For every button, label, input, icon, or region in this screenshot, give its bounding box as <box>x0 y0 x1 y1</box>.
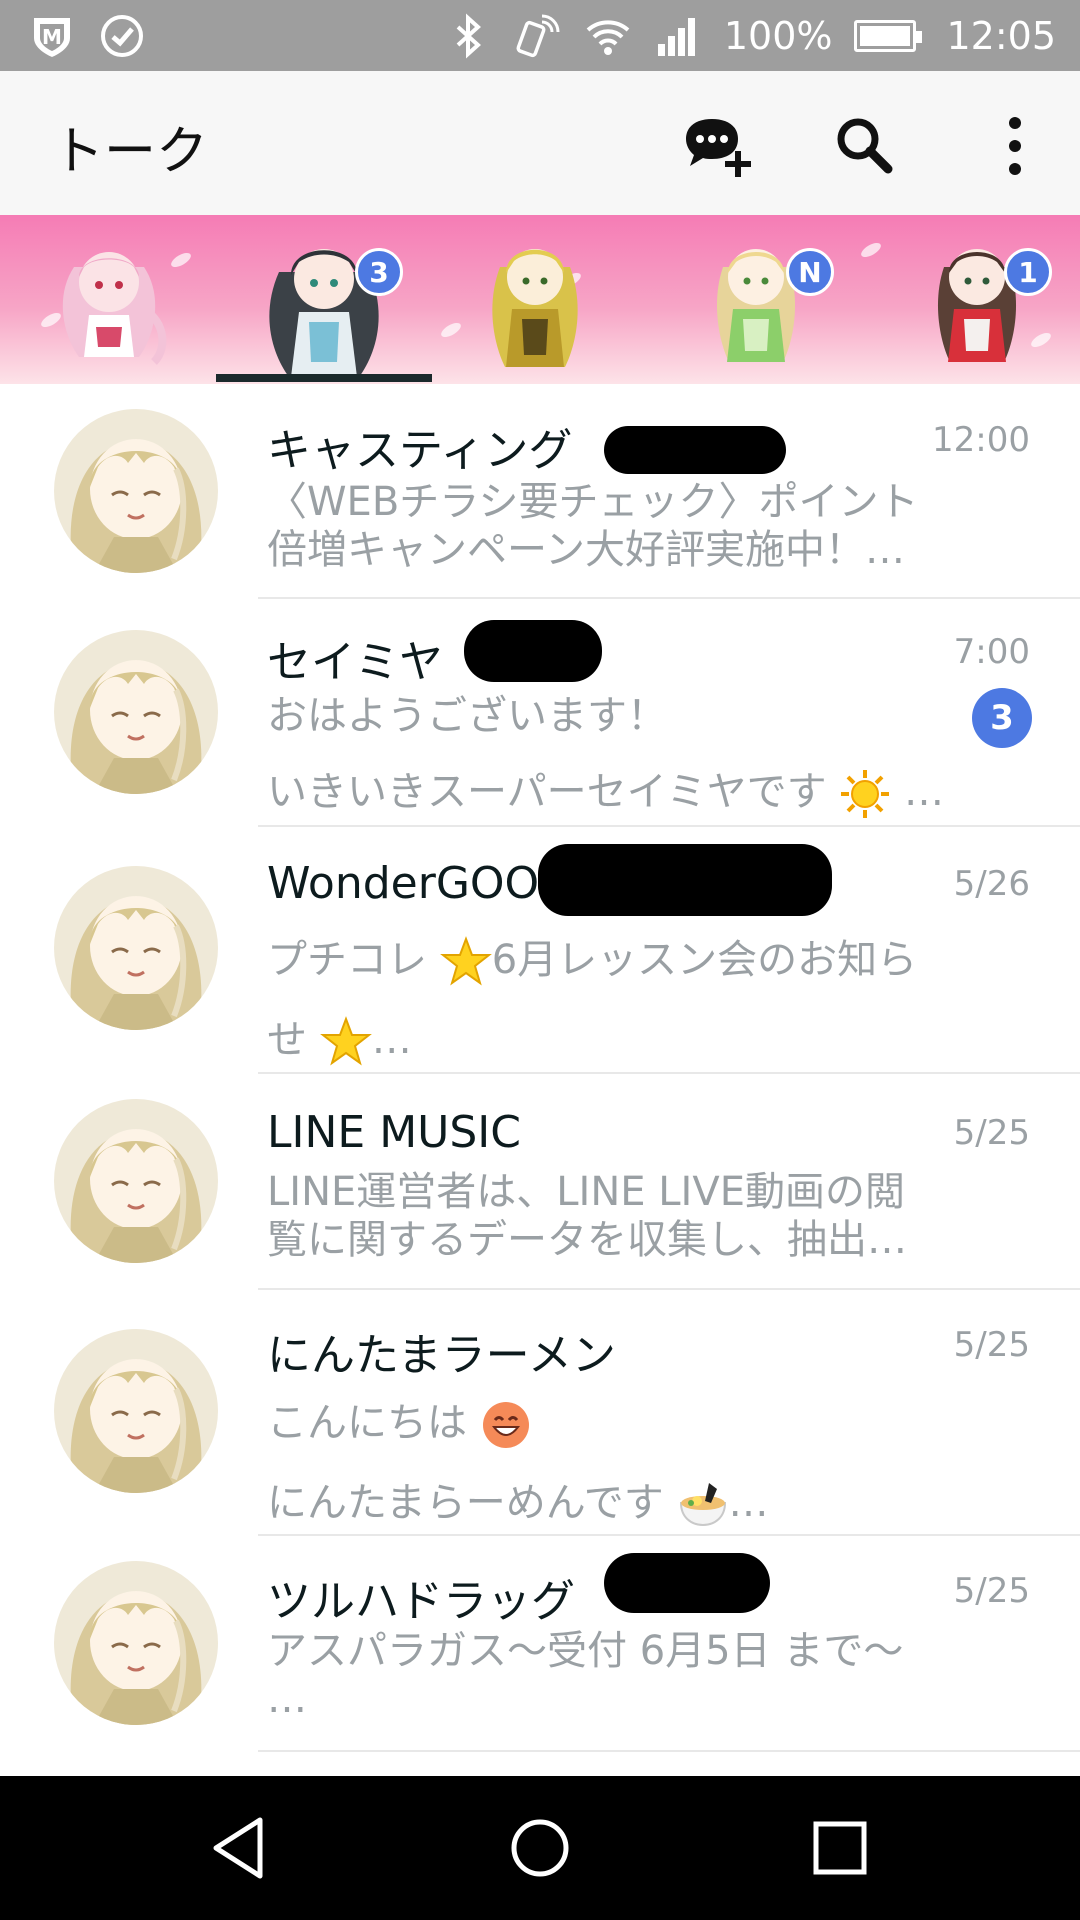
preview-line: アスパラガス〜受付 6月5日 まで〜 <box>267 1628 904 1674</box>
new-chat-icon[interactable] <box>682 111 752 181</box>
avatar <box>54 409 218 573</box>
clock: 12:05 <box>946 13 1056 58</box>
chat-preview: プチコレ 6月レッスン会のお知ら せ … <box>267 936 957 1068</box>
avatar <box>54 1329 218 1493</box>
avatar <box>54 1561 218 1725</box>
status-bar: M 100% 12:05 <box>0 0 1080 71</box>
preview-text: 6月レッスン会のお知ら <box>491 937 918 983</box>
preview-line: LINE運営者は、LINE LIVE動画の閲 <box>267 1169 905 1215</box>
nfc-phone-icon <box>516 14 560 57</box>
redaction-mark <box>604 1553 770 1613</box>
preview-text: こんにちは <box>267 1400 467 1446</box>
page-title: トーク <box>52 122 209 182</box>
petal-decoration <box>858 240 884 260</box>
chat-list-item[interactable]: にんたまラーメン 5/25 こんにちは にんたまらーめんです … <box>0 1289 1080 1536</box>
battery-level <box>860 25 911 46</box>
preview-line: こんにちは <box>267 1399 957 1451</box>
chat-name: WonderGOO <box>267 858 540 909</box>
recent-apps-icon[interactable] <box>804 1812 876 1884</box>
avatar-image <box>54 409 218 573</box>
avatar-image <box>54 1561 218 1725</box>
character-badge-count: 1 <box>1004 248 1052 296</box>
star-emoji-icon <box>439 936 492 986</box>
unread-badge: 3 <box>972 688 1032 748</box>
chat-list-item[interactable]: セイミヤ 7:00 3 おはようございます！ いきいきスーパーセイミヤです … <box>0 598 1080 827</box>
ramen-emoji-icon <box>679 1483 726 1527</box>
svg-text:M: M <box>42 25 62 49</box>
preview-line: 〈WEBチラシ要チェック〉ポイント <box>267 479 919 525</box>
avatar-image <box>54 866 218 1030</box>
navigation-bar <box>0 1776 1080 1920</box>
preview-text: にんたまらーめんです <box>267 1480 664 1526</box>
back-icon[interactable] <box>204 1812 276 1884</box>
chat-preview: LINE運営者は、LINE LIVE動画の閲 覧に関するデータを収集し、抽出… <box>267 1168 957 1264</box>
chat-time: 5/26 <box>953 864 1030 904</box>
avatar-image <box>54 1329 218 1493</box>
app-bar: トーク <box>0 71 1080 215</box>
search-icon[interactable] <box>830 111 900 181</box>
chat-name: キャスティング <box>267 425 573 476</box>
chat-preview: こんにちは にんたまらーめんです … <box>267 1399 957 1531</box>
avatar-image <box>54 630 218 794</box>
battery-icon <box>854 19 923 52</box>
preview-line: 倍増キャンペーン大好評実施中！… <box>267 527 905 573</box>
character-tab-pink[interactable] <box>34 227 184 379</box>
ellipsis: … <box>904 769 945 815</box>
redaction-mark <box>604 426 786 474</box>
chat-list-item[interactable]: WonderGOO 5/26 プチコレ 6月レッスン会のお知ら せ … <box>0 826 1080 1074</box>
chat-name: LINE MUSIC <box>267 1107 521 1158</box>
divider <box>258 1750 1080 1752</box>
chat-time: 5/25 <box>953 1113 1030 1153</box>
chat-time: 7:00 <box>953 632 1030 672</box>
avatar <box>54 1099 218 1263</box>
chat-time: 5/25 <box>953 1571 1030 1611</box>
more-icon[interactable] <box>980 111 1050 181</box>
chat-time: 5/25 <box>953 1325 1030 1365</box>
star-emoji-icon <box>319 1016 372 1066</box>
character-badge-new: N <box>786 248 834 296</box>
redaction-mark <box>464 620 602 682</box>
preview-line: 覧に関するデータを収集し、抽出… <box>267 1217 907 1263</box>
selected-tab-indicator <box>216 374 432 382</box>
preview-line: プチコレ 6月レッスン会のお知ら <box>267 936 957 988</box>
ellipsis: … <box>728 1480 769 1526</box>
character-badge-count: 3 <box>355 248 403 296</box>
preview-text: せ <box>267 1017 307 1063</box>
wifi-icon <box>586 19 630 55</box>
home-icon[interactable] <box>504 1812 576 1884</box>
chat-name: ツルハドラッグ <box>267 1576 575 1627</box>
talk-screen: M 100% 12:05 トーク 3 N 1 キャスティング 12:00 〈WE… <box>0 0 1080 1920</box>
signal-icon <box>657 17 695 56</box>
character-tab-blonde[interactable] <box>460 227 610 379</box>
smiling-face-emoji-icon <box>482 1402 529 1448</box>
preview-text: プチコレ <box>267 937 427 983</box>
chat-preview: 〈WEBチラシ要チェック〉ポイント 倍増キャンペーン大好評実施中！… <box>267 478 957 574</box>
battery-percent: 100% <box>723 13 833 58</box>
avatar <box>54 630 218 794</box>
ellipsis: … <box>371 1017 412 1063</box>
chat-preview: おはようございます！ いきいきスーパーセイミヤです … <box>267 692 957 820</box>
chat-list-item[interactable]: LINE MUSIC 5/25 LINE運営者は、LINE LIVE動画の閲 覧… <box>0 1073 1080 1290</box>
preview-line: いきいきスーパーセイミヤです … <box>267 768 957 820</box>
character-tab-strip <box>0 215 1080 384</box>
chat-list-item[interactable]: ツルハドラッグ 5/25 アスパラガス〜受付 6月5日 まで〜 … <box>0 1535 1080 1752</box>
avatar-image <box>54 1099 218 1263</box>
avatar <box>54 866 218 1030</box>
preview-text: いきいきスーパーセイミヤです <box>267 769 827 815</box>
preview-line: にんたまらーめんです … <box>267 1479 957 1531</box>
preview-line: … <box>267 1676 307 1722</box>
shield-app-icon: M <box>34 18 70 57</box>
chat-list-item[interactable]: キャスティング 12:00 〈WEBチラシ要チェック〉ポイント 倍増キャンペーン… <box>0 384 1080 599</box>
chat-name: セイミヤ <box>267 637 443 688</box>
preview-line: せ … <box>267 1016 957 1068</box>
redaction-mark <box>538 844 832 916</box>
chat-time: 12:00 <box>932 420 1030 460</box>
preview-line: おはようございます！ <box>267 693 667 739</box>
sun-emoji-icon <box>841 770 890 818</box>
chat-preview: アスパラガス〜受付 6月5日 まで〜 … <box>267 1627 957 1723</box>
bluetooth-icon <box>456 13 481 58</box>
check-circle-icon <box>101 15 143 57</box>
chat-name: にんたまラーメン <box>267 1330 616 1381</box>
